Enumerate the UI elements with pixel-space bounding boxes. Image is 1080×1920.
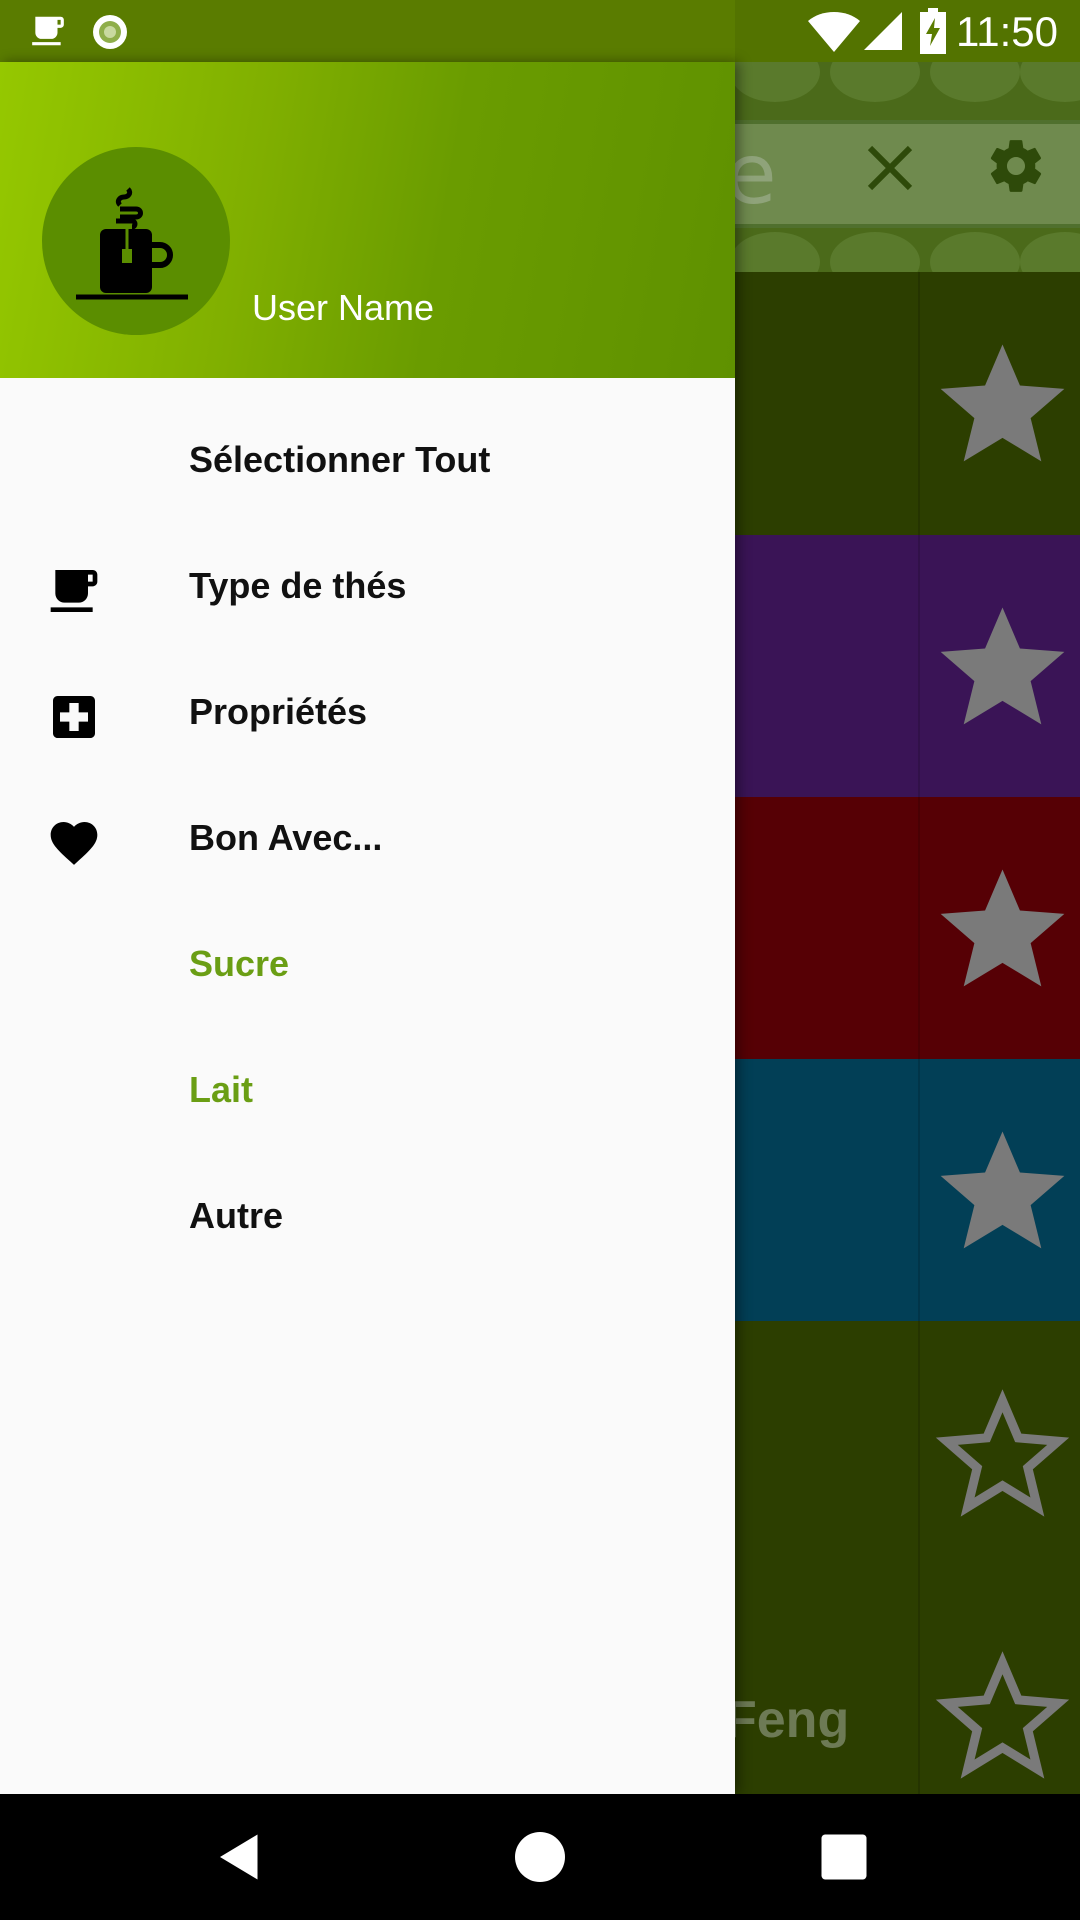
back-button[interactable]	[210, 1827, 270, 1887]
medical-plus-icon	[53, 696, 95, 738]
menu-item-milk[interactable]: Lait	[0, 1029, 735, 1155]
menu-item-label: Bon Avec...	[189, 817, 383, 858]
recents-button[interactable]	[814, 1827, 874, 1887]
menu-item-label: Sucre	[189, 943, 290, 984]
menu-item-properties[interactable]: Propriétés	[0, 651, 735, 777]
navigation-drawer: User Name Sélectionner Tout Type de thés…	[0, 62, 735, 1794]
star-outline-icon	[935, 1651, 1070, 1779]
tea-mug-icon	[76, 187, 188, 300]
heart-icon	[50, 822, 98, 865]
star-filled-icon	[940, 869, 1065, 987]
status-bar: 11:50	[0, 0, 1080, 62]
status-time: 11:50	[956, 8, 1058, 55]
star-filled-icon	[940, 1131, 1065, 1249]
avatar[interactable]	[42, 147, 230, 335]
menu-item-label: Sélectionner Tout	[189, 439, 491, 480]
coffee-notification-icon	[32, 16, 64, 46]
home-button[interactable]	[510, 1827, 570, 1887]
sync-circle-icon	[93, 15, 127, 49]
star-filled-icon	[940, 607, 1065, 725]
navigation-bar	[0, 1794, 1080, 1920]
menu-item-label: Type de thés	[189, 565, 407, 606]
star-filled-icon	[940, 344, 1065, 462]
close-icon	[867, 145, 913, 191]
menu-item-tea-types[interactable]: Type de thés	[0, 525, 735, 651]
drawer-header: User Name	[0, 62, 735, 378]
menu-item-other[interactable]: Autre	[0, 1155, 735, 1281]
wifi-icon	[808, 12, 860, 52]
background-row-title: Feng	[725, 1691, 850, 1749]
menu-item-label: Lait	[189, 1069, 254, 1110]
coffee-cup-icon	[50, 570, 98, 612]
menu-item-label: Autre	[189, 1195, 284, 1236]
menu-item-sugar[interactable]: Sucre	[0, 903, 735, 1029]
star-outline-icon	[935, 1389, 1070, 1517]
user-name: User Name	[252, 287, 435, 328]
gear-icon	[990, 140, 1042, 192]
menu-item-select-all[interactable]: Sélectionner Tout	[0, 399, 735, 525]
menu-item-label: Propriétés	[189, 691, 368, 732]
signal-icon	[864, 12, 902, 50]
menu-item-good-with[interactable]: Bon Avec...	[0, 777, 735, 903]
battery-charging-icon	[920, 8, 946, 54]
